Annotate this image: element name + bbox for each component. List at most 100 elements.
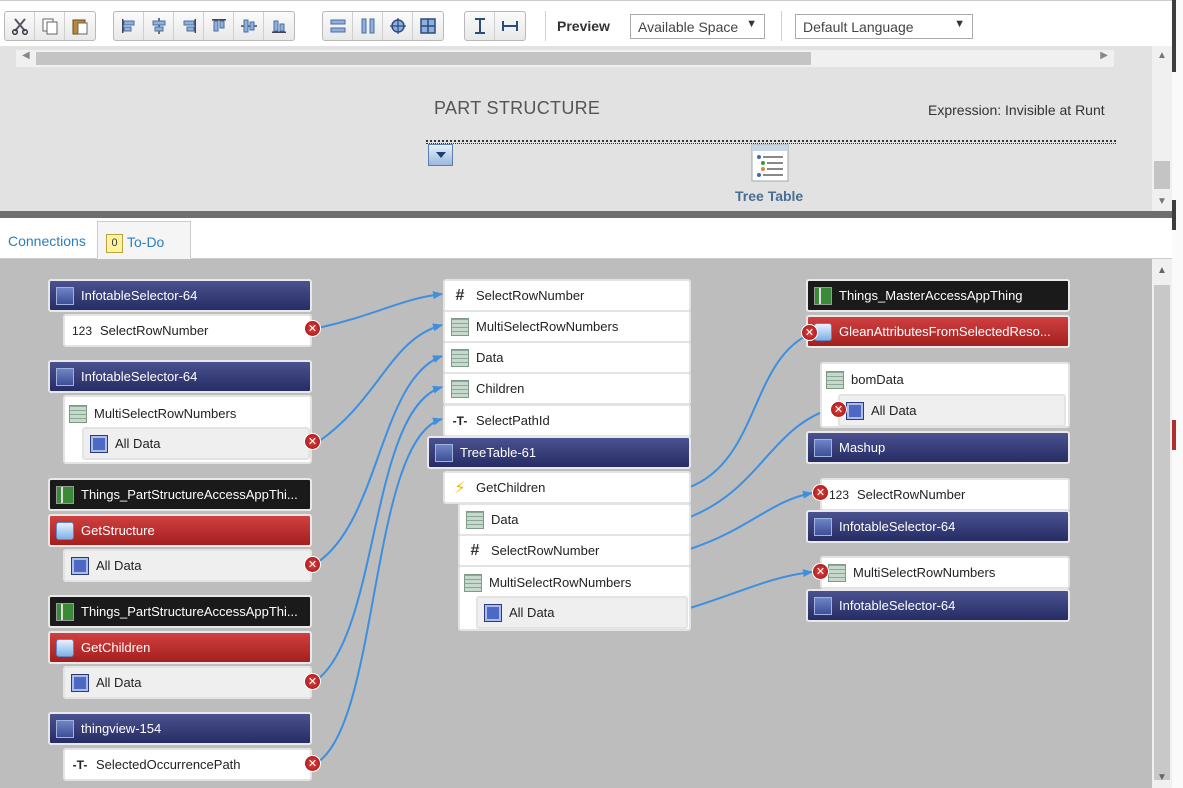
remove-binding-icon[interactable]: ✕ — [801, 324, 818, 341]
mashup-node[interactable]: Mashup — [806, 431, 1070, 464]
thing-node[interactable]: Things_MasterAccessAppThing — [806, 279, 1070, 312]
center-icon[interactable] — [383, 12, 413, 40]
service-glean-attributes[interactable]: GleanAttributesFromSelectedReso... — [806, 315, 1070, 348]
all-data-field[interactable]: All Data — [63, 549, 312, 582]
all-data-field[interactable]: All Data — [838, 394, 1066, 427]
output-data[interactable]: Data — [458, 503, 691, 536]
align-middle-icon[interactable] — [234, 12, 264, 40]
scroll-right-icon[interactable]: ▶ — [1100, 50, 1108, 61]
string-icon: -T- — [72, 757, 88, 772]
same-height-icon[interactable] — [465, 12, 495, 40]
node-label: MultiSelectRowNumbers — [94, 406, 237, 421]
infotable-selector-node[interactable]: InfotableSelector-64 — [806, 589, 1070, 622]
event-get-children[interactable]: ⚡ GetChildren — [443, 471, 691, 504]
widget-icon — [814, 596, 832, 615]
align-bottom-icon[interactable] — [264, 12, 294, 40]
scrollbar-thumb[interactable] — [1154, 161, 1170, 189]
scroll-down-icon[interactable]: ▼ — [1157, 196, 1167, 207]
scrollbar-thumb[interactable] — [1154, 285, 1170, 780]
scroll-left-icon[interactable]: ◀ — [22, 50, 30, 61]
tree-table-icon[interactable] — [751, 144, 789, 182]
infotable-icon — [451, 317, 469, 336]
remove-binding-icon[interactable]: ✕ — [304, 433, 321, 450]
canvas-vertical-scrollbar[interactable]: ▲ ▼ — [1152, 46, 1172, 211]
infotable-selector-node[interactable]: InfotableSelector-64 — [48, 279, 312, 312]
target-select-row-number[interactable]: # SelectRowNumber — [443, 279, 691, 312]
service-get-structure[interactable]: GetStructure — [48, 514, 312, 547]
all-data-field[interactable]: All Data — [82, 427, 310, 460]
available-space-select[interactable]: Available Space ▼ — [630, 14, 765, 39]
output-multi-select-row-numbers[interactable]: MultiSelectRowNumbers — [458, 566, 691, 599]
panel-splitter[interactable] — [0, 211, 1172, 218]
output-select-row-number[interactable]: # SelectRowNumber — [458, 534, 691, 567]
node-label: GetChildren — [476, 480, 546, 495]
property-multi-select-row-numbers[interactable]: MultiSelectRowNumbers — [63, 397, 312, 430]
property-select-row-number[interactable]: 123 SelectRowNumber — [63, 314, 312, 347]
align-top-icon[interactable] — [204, 12, 234, 40]
target-data[interactable]: Data — [443, 341, 691, 374]
thing-node[interactable]: Things_PartStructureAccessAppThi... — [48, 478, 312, 511]
wire[interactable] — [317, 417, 443, 763]
scroll-up-icon[interactable]: ▲ — [1157, 50, 1167, 61]
copy-icon[interactable] — [35, 12, 65, 40]
scroll-down-icon[interactable]: ▼ — [1157, 772, 1167, 783]
remove-binding-icon[interactable]: ✕ — [812, 484, 829, 501]
property-selected-occurrence-path[interactable]: -T- SelectedOccurrencePath — [63, 748, 312, 781]
widget-dropdown-icon[interactable] — [428, 144, 453, 166]
connections-panel: InfotableSelector-64 123 SelectRowNumber … — [0, 259, 1172, 788]
thingview-node[interactable]: thingview-154 — [48, 712, 312, 745]
remove-binding-icon[interactable]: ✕ — [812, 563, 829, 580]
remove-binding-icon[interactable]: ✕ — [304, 556, 321, 573]
horizontal-scrollbar[interactable]: ◀ ▶ — [16, 50, 1114, 67]
align-left-icon[interactable] — [114, 12, 144, 40]
align-right-icon[interactable] — [174, 12, 204, 40]
wire[interactable] — [317, 355, 443, 563]
thing-node[interactable]: Things_PartStructureAccessAppThi... — [48, 595, 312, 628]
infotable-icon — [69, 404, 87, 423]
integer-icon: 123 — [71, 323, 93, 338]
target-select-row-number[interactable]: 123 SelectRowNumber — [820, 478, 1070, 511]
wire[interactable] — [689, 490, 813, 550]
infotable-selector-node[interactable]: InfotableSelector-64 — [48, 360, 312, 393]
align-center-icon[interactable] — [144, 12, 174, 40]
wire[interactable] — [689, 569, 813, 609]
service-get-children[interactable]: GetChildren — [48, 631, 312, 664]
widget-icon — [814, 438, 832, 457]
tab-todo[interactable]: 0 To-Do — [97, 221, 191, 259]
tab-todo-label: To-Do — [127, 234, 165, 251]
scrollbar-thumb[interactable] — [36, 52, 811, 65]
target-multi-select-row-numbers[interactable]: MultiSelectRowNumbers — [443, 310, 691, 343]
toolbar-separator — [781, 11, 782, 41]
target-multi-select-row-numbers[interactable]: MultiSelectRowNumbers — [820, 556, 1070, 589]
edge-bar — [1172, 0, 1176, 72]
tab-connections[interactable]: Connections — [0, 221, 94, 259]
remove-binding-icon[interactable]: ✕ — [304, 673, 321, 690]
target-children[interactable]: Children — [443, 372, 691, 405]
edge-bar — [1172, 200, 1176, 230]
tree-table-widget-node[interactable]: TreeTable-61 — [427, 436, 691, 469]
same-width-icon[interactable] — [495, 12, 525, 40]
align-group — [113, 11, 295, 41]
wire[interactable] — [689, 332, 813, 488]
connections-vertical-scrollbar[interactable]: ▲ ▼ — [1152, 259, 1172, 788]
remove-binding-icon[interactable]: ✕ — [830, 401, 847, 418]
scroll-up-icon[interactable]: ▲ — [1157, 265, 1167, 276]
infotable-icon — [451, 379, 469, 398]
distribute-horizontal-icon[interactable] — [323, 12, 353, 40]
param-bom-data[interactable]: bomData — [820, 363, 1070, 396]
paste-icon[interactable] — [65, 12, 95, 40]
all-data-field[interactable]: All Data — [476, 596, 688, 629]
wire[interactable] — [317, 323, 443, 443]
target-select-path-id[interactable]: -T- SelectPathId — [443, 404, 691, 437]
language-select[interactable]: Default Language ▼ — [795, 14, 973, 39]
remove-binding-icon[interactable]: ✕ — [304, 755, 321, 772]
wire[interactable] — [317, 291, 443, 329]
infotable-selector-node[interactable]: InfotableSelector-64 — [806, 510, 1070, 543]
all-data-field[interactable]: All Data — [63, 666, 312, 699]
cut-icon[interactable] — [5, 12, 35, 40]
remove-binding-icon[interactable]: ✕ — [304, 320, 321, 337]
data-icon — [71, 673, 89, 692]
distribute-vertical-icon[interactable] — [353, 12, 383, 40]
service-icon — [56, 521, 74, 540]
grid-icon[interactable] — [413, 12, 443, 40]
